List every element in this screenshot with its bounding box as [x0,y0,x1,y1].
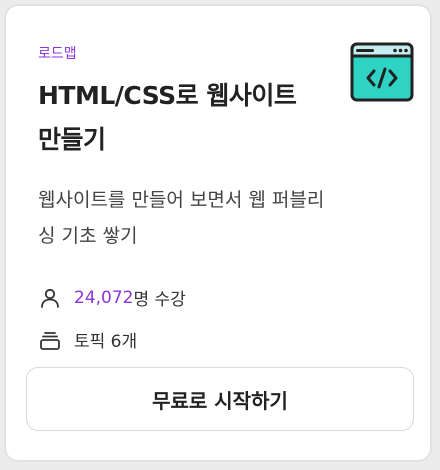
stack-icon [38,328,62,352]
course-title[interactable]: HTML/CSS로 웹사이트 만들기 [38,74,318,162]
code-window-icon [350,42,414,102]
topic-count: 토픽 6개 [38,327,137,352]
student-count-value: 24,072 [74,287,134,308]
student-count: 24,072 명 수강 [38,285,186,310]
course-description: 웹사이트를 만들어 보면서 웹 퍼블리싱 기초 쌓기 [38,189,325,247]
student-count-suffix: 명 수강 [133,290,186,310]
start-free-button[interactable]: 무료로 시작하기 [26,367,414,431]
roadmap-card[interactable]: 로드맵 HTML/CSS로 웹사이트 만들기 웹사이트를 만들어 보면서 웹 퍼… [4,4,432,462]
topic-count-label: 토픽 6개 [74,332,138,352]
roadmap-badge: 로드맵 [38,46,77,62]
person-icon [38,286,62,310]
